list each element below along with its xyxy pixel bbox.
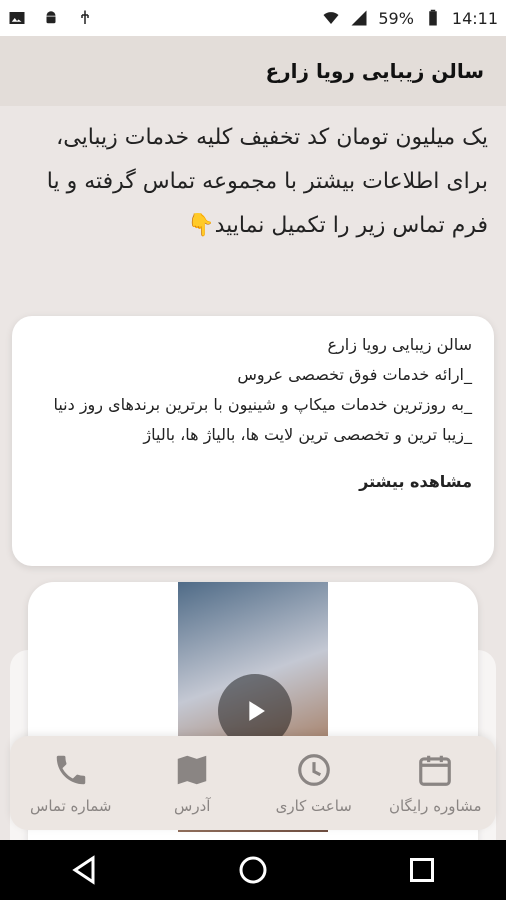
android-nav-bar [0,840,506,900]
map-icon [178,755,207,785]
app-bar: سالن زیبایی رویا زارع [0,36,506,106]
calendar-icon [419,755,452,786]
hours-button[interactable]: ساعت کاری [259,751,369,815]
card-line-4: _زیبا ترین و تخصصی ترین لایت ها، بالیاژ … [143,425,472,444]
signal-icon [351,10,367,26]
hours-label: ساعت کاری [275,797,352,815]
battery-icon [429,9,437,26]
image-icon [9,12,25,24]
status-left [8,9,94,27]
wifi-icon [323,12,339,24]
consult-button[interactable]: مشاوره رایگان [380,751,490,815]
content: یک میلیون تومان کد تخفیف کلیه خدمات زیبا… [0,106,506,840]
page-title: سالن زیبایی رویا زارع [265,59,484,83]
phone-icon [56,755,85,785]
see-more-link[interactable]: مشاهده بیشتر [34,472,472,491]
status-bar: 59% 14:11 [0,0,506,36]
card-line-2: _ارائه خدمات فوق تخصصی عروس [237,365,472,384]
card-line-3: _به روزترین خدمات میکاپ و شینیون با برتر… [53,395,472,414]
consult-label: مشاوره رایگان [388,797,482,815]
clock-text: 14:11 [451,8,498,28]
info-card: سالن زیبایی رویا زارع _ارائه خدمات فوق ت… [12,316,494,566]
card-line-1: سالن زیبایی رویا زارع [327,335,473,354]
battery-text: 59% [378,8,414,28]
android-icon [46,11,56,24]
recents-icon[interactable] [404,852,440,888]
back-icon[interactable] [66,852,102,888]
clock-icon [297,754,330,786]
home-icon[interactable] [235,852,271,888]
phone-label: شماره تماس [30,797,112,815]
play-icon [249,701,265,721]
usb-icon [81,10,89,24]
promo-text: یک میلیون تومان کد تخفیف کلیه خدمات زیبا… [46,125,488,238]
bottom-action-bar: شماره تماس آدرس ساعت کاری مشاوره رایگان [10,736,496,830]
address-label: آدرس [174,797,211,815]
status-right: 59% 14:11 [322,9,498,28]
phone-button[interactable]: شماره تماس [16,751,126,815]
address-button[interactable]: آدرس [137,751,247,815]
